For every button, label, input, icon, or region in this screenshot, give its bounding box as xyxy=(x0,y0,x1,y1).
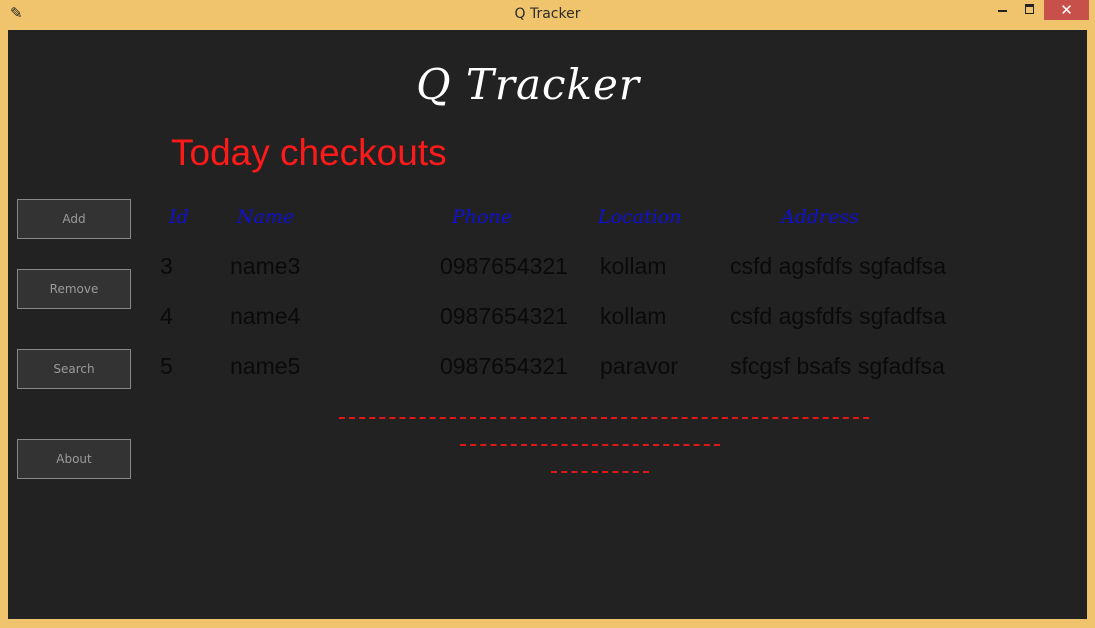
section-title: Today checkouts xyxy=(171,132,447,173)
column-header-phone: Phone xyxy=(452,206,512,228)
about-button[interactable]: About xyxy=(17,439,131,479)
title-bar[interactable]: ✎ Q Tracker ✕ xyxy=(0,0,1095,28)
main-panel: Q Tracker Today checkouts Add Remove Sea… xyxy=(8,30,1087,619)
dashed-divider xyxy=(339,417,869,419)
column-header-address: Address xyxy=(781,206,859,228)
cell-location: paravor xyxy=(600,353,678,379)
column-header-id: Id xyxy=(169,206,189,228)
cell-address: sfcgsf bsafs sgfadfsa xyxy=(730,353,945,379)
cell-address: csfd agsfdfs sgfadfsa xyxy=(730,303,947,329)
cell-name: name3 xyxy=(230,253,301,279)
maximize-icon[interactable] xyxy=(1017,0,1043,20)
cell-phone: 0987654321 xyxy=(440,303,568,329)
minimize-icon[interactable] xyxy=(990,0,1016,20)
column-header-location: Location xyxy=(598,206,682,228)
search-button[interactable]: Search xyxy=(17,349,131,389)
app-heading: Q Tracker xyxy=(416,60,640,109)
cell-phone: 0987654321 xyxy=(440,353,568,379)
dashed-divider xyxy=(460,444,720,446)
cell-id: 3 xyxy=(160,253,173,279)
cell-name: name5 xyxy=(230,353,301,379)
cell-id: 4 xyxy=(160,303,173,329)
cell-address: csfd agsfdfs sgfadfsa xyxy=(730,253,947,279)
window-title: Q Tracker xyxy=(514,6,581,22)
cell-phone: 0987654321 xyxy=(440,253,568,279)
add-button[interactable]: Add xyxy=(17,199,131,239)
app-window: ✎ Q Tracker ✕ Q Tracker Today checkouts … xyxy=(0,0,1095,628)
remove-button[interactable]: Remove xyxy=(17,269,131,309)
cell-id: 5 xyxy=(160,353,173,379)
cell-name: name4 xyxy=(230,303,301,329)
column-header-name: Name xyxy=(237,206,295,228)
cell-location: kollam xyxy=(600,303,667,329)
dashed-divider xyxy=(551,471,649,473)
cell-location: kollam xyxy=(600,253,667,279)
close-icon[interactable]: ✕ xyxy=(1044,0,1089,20)
